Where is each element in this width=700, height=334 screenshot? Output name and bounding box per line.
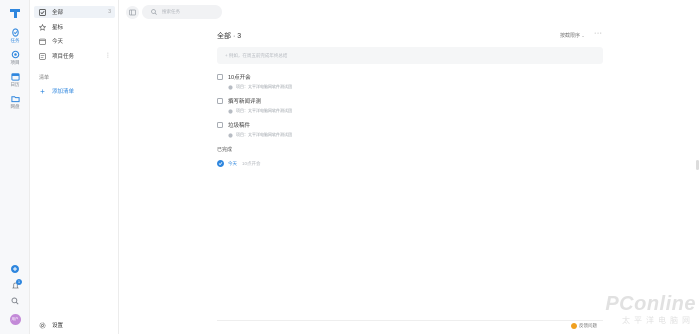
project-icon	[11, 50, 19, 59]
task-project-label: 项目：太平洋电脑网软件测试团	[236, 84, 292, 89]
sidebar-item-all[interactable]: 全部 3	[34, 6, 115, 18]
star-icon	[39, 23, 46, 31]
sort-label: 按截限序	[560, 33, 581, 39]
chevron-down-icon: ⌄	[581, 33, 585, 38]
task-project: 项目：太平洋电脑网软件测试团	[228, 108, 292, 114]
task-checkbox[interactable]	[217, 122, 223, 128]
add-list-button[interactable]: + 添加清单	[34, 85, 115, 97]
search-icon	[11, 297, 19, 305]
notification-badge: 1	[16, 279, 22, 285]
calendar-icon	[10, 73, 20, 81]
task-checkbox[interactable]	[217, 74, 223, 80]
search-icon	[151, 9, 157, 15]
rail-item-label: 日历	[10, 82, 20, 87]
gear-icon	[39, 322, 46, 328]
notification-button[interactable]: 1	[0, 279, 30, 290]
app-rail: 任务 项目 日历 网盘 1 用户	[0, 0, 30, 334]
panel-toggle-icon	[129, 9, 136, 16]
task-project-label: 项目：太平洋电脑网软件测试团	[236, 108, 292, 113]
task-title: 撰写新闻评测	[228, 99, 262, 105]
watermark: PConline 太平洋电脑网	[585, 293, 700, 329]
add-list-label: 添加清单	[52, 89, 75, 95]
add-button[interactable]	[0, 265, 30, 273]
watermark-logo: PConline	[605, 293, 696, 315]
sidebar-item-starred[interactable]: 星标	[34, 21, 115, 33]
project-icon	[228, 132, 233, 138]
completed-check-icon[interactable]	[217, 160, 224, 167]
task-title: 10点开会	[228, 75, 251, 81]
list-section-header: 清单	[39, 75, 50, 81]
main-content: 搜索任务 全部 · 3 按截限序 ⌄ ··· + 例如，在周五前完成年终总结 1…	[119, 0, 700, 334]
completed-task-date: 今天	[228, 160, 237, 166]
drive-icon	[10, 96, 20, 103]
watermark-subtitle: 太平洋电脑网	[622, 316, 694, 325]
check-square-icon	[39, 8, 46, 16]
rail-item-projects[interactable]: 项目	[0, 50, 30, 66]
completed-section-header[interactable]: 已完成	[217, 146, 232, 153]
app-logo-icon	[10, 9, 20, 18]
sidebar-item-project-tasks[interactable]: 项目任务 ⋮	[34, 50, 115, 62]
feedback-button[interactable]: 反馈问题	[571, 323, 597, 329]
feedback-icon	[571, 323, 577, 329]
sidebar-item-label: 全部	[52, 10, 64, 16]
settings-label: 设置	[52, 323, 64, 329]
sort-dropdown[interactable]: 按截限序 ⌄	[560, 32, 585, 39]
feedback-label: 反馈问题	[579, 323, 597, 328]
task-project: 项目：太平洋电脑网软件测试团	[228, 84, 292, 90]
global-search-button[interactable]	[0, 297, 30, 305]
rail-item-tasks[interactable]: 任务	[0, 28, 30, 44]
settings-button[interactable]: 设置	[34, 319, 115, 331]
sidebar-item-today[interactable]: 今天	[34, 35, 115, 47]
task-project-label: 项目：太平洋电脑网软件测试团	[236, 132, 292, 137]
sidebar-item-label: 项目任务	[52, 54, 75, 60]
add-task-input[interactable]: + 例如，在周五前完成年终总结	[217, 47, 603, 64]
add-task-placeholder: + 例如，在周五前完成年终总结	[225, 52, 288, 58]
folder-icon	[39, 52, 46, 60]
task-checkbox[interactable]	[217, 98, 223, 104]
task-project: 项目：太平洋电脑网软件测试团	[228, 132, 292, 138]
completed-task-title: 10点开会	[242, 160, 261, 166]
page-title: 全部 · 3	[217, 33, 242, 40]
calendar-today-icon	[39, 38, 46, 45]
collapse-sidebar-button[interactable]	[126, 6, 139, 19]
rail-item-calendar[interactable]: 日历	[0, 72, 30, 88]
sidebar-item-count: 3	[108, 9, 111, 15]
rail-item-label: 任务	[10, 38, 20, 43]
rail-item-drive[interactable]: 网盘	[0, 94, 30, 110]
project-icon	[228, 108, 233, 114]
scrollbar-handle[interactable]	[696, 160, 699, 170]
sidebar-item-label: 今天	[52, 39, 64, 45]
rail-item-label: 网盘	[10, 104, 20, 109]
sidebar: 全部 3 星标 今天 项目任务 ⋮ 清单 + 添加清单 设置	[30, 0, 119, 334]
avatar-text: 用户	[9, 314, 21, 325]
more-vertical-icon[interactable]: ⋮	[105, 53, 111, 59]
task-icon	[11, 28, 19, 37]
avatar[interactable]: 用户	[0, 314, 30, 325]
search-input[interactable]: 搜索任务	[142, 5, 222, 19]
search-placeholder: 搜索任务	[162, 9, 180, 14]
more-options-button[interactable]: ···	[594, 30, 603, 37]
task-title: 垃圾稿件	[228, 123, 251, 129]
completed-task-item[interactable]: 今天 10点开会	[217, 160, 261, 167]
project-icon	[228, 84, 233, 90]
rail-item-label: 项目	[10, 60, 20, 65]
sidebar-item-label: 星标	[52, 25, 64, 31]
plus-icon: +	[40, 86, 45, 96]
plus-circle-icon	[11, 265, 19, 273]
footer-divider	[217, 320, 603, 321]
